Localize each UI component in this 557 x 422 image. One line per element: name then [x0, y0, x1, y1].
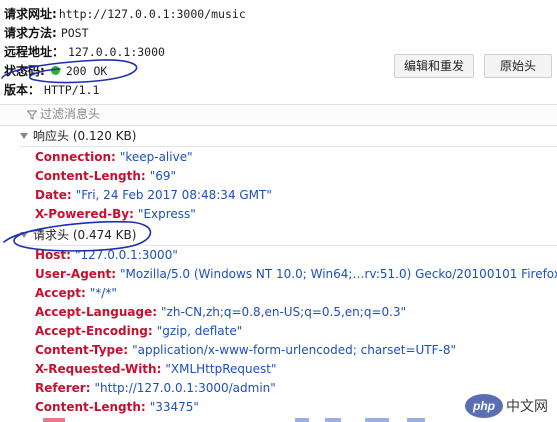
header-name: Accept-Encoding:: [35, 324, 153, 338]
header-value: "http://127.0.0.1:3000/admin": [94, 381, 276, 395]
request-method-value: POST: [60, 26, 89, 40]
response-header-row: Content-Length: "69": [35, 167, 176, 186]
header-value: "keep-alive": [119, 150, 193, 164]
request-method-row: 请求方法: POST: [4, 24, 89, 42]
header-value: "Mozilla/5.0 (Windows NT 10.0; Win64;…rv…: [120, 267, 557, 281]
header-value: "gzip, deflate": [156, 324, 243, 338]
network-request-headers-panel: 请求网址: http://127.0.0.1:3000/music 请求方法: PO…: [0, 0, 557, 422]
response-header-row: X-Powered-By: "Express": [35, 205, 196, 224]
request-header-row: User-Agent: "Mozilla/5.0 (Windows NT 10.0…: [35, 265, 557, 284]
http-version-value: HTTP/1.1: [44, 83, 100, 97]
logo-php-text: php: [472, 399, 495, 413]
edit-and-resend-button[interactable]: 编辑和重发: [394, 54, 474, 78]
request-headers-toggle[interactable]: 请求头 (0.474 KB): [20, 226, 136, 244]
header-value: "Express": [137, 207, 196, 221]
header-name: User-Agent:: [35, 267, 117, 281]
request-headers-title: 请求头 (0.474 KB): [33, 228, 137, 242]
request-url-label: 请求网址:: [4, 7, 57, 21]
request-header-row: Accept-Language: "zh-CN,zh;q=0.8,en-US;q=…: [35, 303, 406, 322]
http-version-label: 版本：: [4, 83, 41, 97]
header-name: X-Powered-By:: [35, 207, 134, 221]
header-name: Date:: [35, 188, 72, 202]
header-name: Connection:: [35, 150, 116, 164]
response-header-row: Connection: "keep-alive": [35, 148, 193, 167]
header-name: Referer:: [35, 381, 91, 395]
header-value: "zh-CN,zh;q=0.8,en-US;q=0.5,en;q=0.3": [161, 305, 407, 319]
header-name: Accept:: [35, 286, 86, 300]
header-value: "Fri, 24 Feb 2017 08:48:34 GMT": [75, 188, 272, 202]
header-name: Accept-Language:: [35, 305, 158, 319]
http-version-row: 版本： HTTP/1.1: [4, 81, 99, 99]
request-header-row: Accept-Encoding: "gzip, deflate": [35, 322, 242, 341]
header-value: "application/x-www-form-urlencoded; char…: [132, 343, 457, 357]
request-header-row: Referer: "http://127.0.0.1:3000/admin": [35, 379, 276, 398]
remote-address-label: 远程地址：: [4, 45, 65, 59]
filter-icon: [27, 110, 37, 120]
php-cn-watermark-logo: php 中文网: [462, 389, 557, 422]
chevron-down-icon: [20, 231, 28, 238]
header-value: "127.0.0.1:3000": [74, 248, 178, 262]
header-name: Host:: [35, 248, 71, 262]
request-header-row: Host: "127.0.0.1:3000": [35, 246, 178, 265]
header-value: "XMLHttpRequest": [165, 362, 277, 376]
header-value: "*/*": [89, 286, 117, 300]
partial-next-row: [43, 418, 425, 422]
request-header-row: Content-Length: "33475": [35, 398, 199, 417]
header-value: "69": [149, 169, 177, 183]
header-name: Content-Type:: [35, 343, 129, 357]
header-name: Content-Length:: [35, 400, 146, 414]
request-header-row: Content-Type: "application/x-www-form-url…: [35, 341, 456, 360]
status-code-row: 状态码: 200 OK: [4, 62, 107, 80]
request-method-label: 请求方法:: [4, 26, 57, 40]
logo-site-text: 中文网: [506, 399, 548, 415]
header-name: Content-Length:: [35, 169, 146, 183]
status-code-label: 状态码:: [4, 64, 45, 78]
divider: [20, 146, 557, 147]
chevron-down-icon: [20, 132, 28, 139]
status-ok-icon: [50, 66, 60, 75]
filter-headers-input[interactable]: [40, 106, 340, 122]
remote-address-row: 远程地址： 127.0.0.1:3000: [4, 43, 165, 61]
raw-headers-button[interactable]: 原始头: [484, 54, 552, 78]
request-header-row: Accept: "*/*": [35, 284, 117, 303]
header-name: X-Requested-With:: [35, 362, 162, 376]
request-url-row: 请求网址: http://127.0.0.1:3000/music: [4, 5, 246, 23]
status-code-value: 200 OK: [65, 64, 108, 78]
request-url-value: http://127.0.0.1:3000/music: [58, 7, 246, 21]
remote-address-value: 127.0.0.1:3000: [68, 45, 165, 59]
response-header-row: Date: "Fri, 24 Feb 2017 08:48:34 GMT": [35, 186, 272, 205]
response-headers-title: 响应头 (0.120 KB): [33, 129, 137, 143]
header-value: "33475": [149, 400, 199, 414]
filter-headers-bar: [0, 104, 557, 126]
request-header-row: X-Requested-With: "XMLHttpRequest": [35, 360, 276, 379]
response-headers-toggle[interactable]: 响应头 (0.120 KB): [20, 127, 136, 145]
